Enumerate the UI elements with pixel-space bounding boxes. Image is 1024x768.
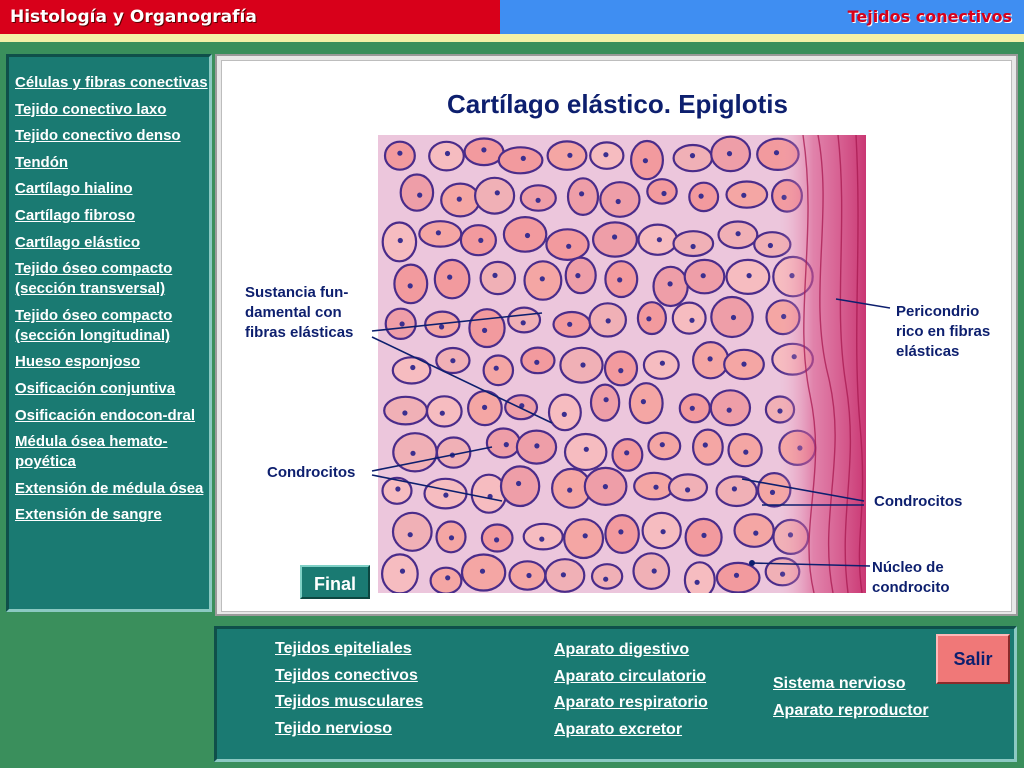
sidebar-item-conectivo-laxo[interactable]: Tejido conectivo laxo — [15, 100, 209, 120]
sidebar-item-cartilago-fibroso[interactable]: Cartílago fibroso — [15, 206, 209, 226]
sidebar-item-oseo-compacto-transversal[interactable]: Tejido óseo compacto (sección transversa… — [15, 259, 209, 299]
nav-aparato-excretor[interactable]: Aparato excretor — [554, 721, 682, 739]
bottom-navigation: Tejidos epiteliales Tejidos conectivos T… — [214, 626, 1017, 762]
sidebar-item-celulas-fibras[interactable]: Células y fibras conectivas — [15, 73, 209, 93]
final-button[interactable]: Final — [300, 565, 370, 599]
nav-tejidos-musculares[interactable]: Tejidos musculares — [275, 693, 423, 711]
sidebar-item-medula-hematopoyetica[interactable]: Médula ósea hemato-poyética — [15, 432, 209, 472]
nav-sistema-nervioso[interactable]: Sistema nervioso — [773, 675, 906, 693]
slide-content: Cartílago elástico. Epiglotis Sustancia … — [221, 60, 1012, 612]
header-divider — [0, 34, 1024, 42]
sidebar-item-osificacion-endocondral[interactable]: Osificación endocon-dral — [15, 406, 209, 426]
sidebar-item-cartilago-hialino[interactable]: Cartílago hialino — [15, 179, 209, 199]
nav-tejido-nervioso[interactable]: Tejido nervioso — [275, 720, 392, 738]
sidebar-item-conectivo-denso[interactable]: Tejido conectivo denso — [15, 126, 209, 146]
sidebar-item-hueso-esponjoso[interactable]: Hueso esponjoso — [15, 352, 209, 372]
app-header: Histología y Organografía Tejidos conect… — [0, 0, 1024, 34]
sidebar-item-extension-sangre[interactable]: Extensión de sangre — [15, 505, 209, 525]
label-sustancia-fundamental: Sustancia fun- damental con fibras elást… — [245, 284, 354, 341]
app-title: Histología y Organografía — [10, 7, 257, 27]
sidebar-item-tendon[interactable]: Tendón — [15, 153, 209, 173]
label-condrocitos-left: Condrocitos — [267, 464, 356, 481]
nav-aparato-respiratorio[interactable]: Aparato respiratorio — [554, 694, 708, 712]
nav-tejidos-conectivos[interactable]: Tejidos conectivos — [275, 667, 418, 685]
header-title-bar: Histología y Organografía — [0, 0, 500, 34]
sidebar-item-cartilago-elastico[interactable]: Cartílago elástico — [15, 233, 209, 253]
nav-aparato-circulatorio[interactable]: Aparato circulatorio — [554, 668, 706, 686]
nav-tejidos-epiteliales[interactable]: Tejidos epiteliales — [275, 640, 412, 658]
sidebar-item-oseo-compacto-longitudinal[interactable]: Tejido óseo compacto (sección longitudin… — [15, 306, 209, 346]
header-section-bar: Tejidos conectivos — [500, 0, 1024, 34]
label-condrocitos-right: Condrocitos — [874, 493, 963, 510]
sidebar: Células y fibras conectivas Tejido conec… — [6, 54, 212, 612]
nav-aparato-digestivo[interactable]: Aparato digestivo — [554, 641, 689, 659]
label-nucleo-condrocito: Núcleo de condrocito — [872, 559, 950, 596]
page-title: Cartílago elástico. Epiglotis — [447, 89, 788, 119]
sidebar-item-osificacion-conjuntiva[interactable]: Osificación conjuntiva — [15, 379, 209, 399]
micrograph-image — [378, 135, 866, 593]
sidebar-item-extension-medula[interactable]: Extensión de médula ósea — [15, 479, 209, 499]
section-title: Tejidos conectivos — [847, 7, 1012, 26]
nav-aparato-reproductor[interactable]: Aparato reproductor — [773, 702, 929, 720]
main-panel: Cartílago elástico. Epiglotis Sustancia … — [215, 54, 1018, 616]
salir-button[interactable]: Salir — [936, 634, 1010, 684]
label-pericondrio: Pericondrio rico en fibras elásticas — [896, 303, 991, 360]
